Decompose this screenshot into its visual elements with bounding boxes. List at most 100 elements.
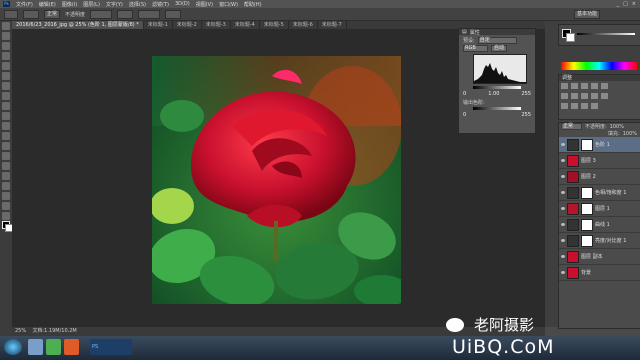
levels-adj-icon[interactable] [571, 83, 578, 89]
layer-mask-thumb[interactable] [581, 138, 593, 151]
vibrance-icon[interactable] [601, 83, 608, 89]
channel-select[interactable]: RGB [463, 45, 488, 52]
tab-document[interactable]: 2016/6/23_2016_jpg @ 25% (色阶 1, 图层蒙版/8) … [12, 21, 144, 29]
menu-layer[interactable]: 图层(L) [83, 1, 100, 8]
tab-untitled-4[interactable]: 未标题-4 [231, 21, 260, 29]
invert-icon[interactable] [561, 103, 568, 109]
lasso-tool-icon[interactable] [2, 42, 10, 50]
clone-stamp-tool-icon[interactable] [2, 102, 10, 110]
history-brush-tool-icon[interactable] [2, 112, 10, 120]
gradient-tool-icon[interactable] [2, 132, 10, 140]
layer-mask-thumb[interactable] [581, 202, 593, 215]
background-color[interactable] [566, 33, 575, 42]
visibility-eye-icon[interactable] [561, 207, 565, 210]
path-select-tool-icon[interactable] [2, 182, 10, 190]
close-button[interactable]: × [632, 1, 636, 7]
crop-tool-icon[interactable] [2, 62, 10, 70]
input-black-value[interactable]: 0 [463, 91, 466, 97]
shape-tool-icon[interactable] [2, 192, 10, 200]
airbrush-toggle[interactable] [165, 9, 182, 19]
tab-untitled-1[interactable]: 未标题-1 [144, 21, 173, 29]
pen-tool-icon[interactable] [2, 162, 10, 170]
app-icon-orange[interactable] [64, 339, 79, 355]
tab-untitled-3[interactable]: 未标题-3 [202, 21, 231, 29]
blur-tool-icon[interactable] [2, 142, 10, 150]
menu-type[interactable]: 文字(Y) [106, 1, 123, 8]
visibility-eye-icon[interactable] [561, 143, 565, 146]
move-tool-icon[interactable] [2, 22, 10, 30]
minimize-button[interactable]: _ [617, 1, 620, 7]
flow-field[interactable] [138, 9, 161, 19]
brightness-icon[interactable] [561, 83, 568, 89]
menu-view[interactable]: 视图(V) [196, 1, 213, 8]
maximize-button[interactable]: □ [623, 1, 628, 7]
pressure-toggle[interactable] [117, 9, 134, 19]
visibility-eye-icon[interactable] [561, 271, 565, 274]
menu-image[interactable]: 图像(I) [62, 1, 77, 8]
type-tool-icon[interactable] [2, 172, 10, 180]
layer-row[interactable]: 色相/饱和度 1 [559, 185, 640, 201]
gradient-map-icon[interactable] [591, 103, 598, 109]
output-black-value[interactable]: 0 [463, 112, 466, 118]
visibility-eye-icon[interactable] [561, 191, 565, 194]
threshold-icon[interactable] [581, 103, 588, 109]
layer-row[interactable]: 图层 副本 [559, 249, 640, 265]
input-levels-slider[interactable] [473, 86, 521, 89]
workspace-select[interactable]: 基本功能 [573, 9, 600, 19]
black-white-icon[interactable] [581, 93, 588, 99]
app-icon-green[interactable] [46, 339, 61, 355]
brush-tool-icon[interactable] [2, 92, 10, 100]
input-white-value[interactable]: 255 [521, 91, 531, 97]
layer-row[interactable]: 色阶 1 [559, 137, 640, 153]
preset-select[interactable]: 自定 [477, 37, 517, 44]
output-levels-slider[interactable] [473, 107, 521, 110]
blend-mode-select[interactable]: 正常 [561, 123, 582, 130]
layer-mask-thumb[interactable] [581, 234, 593, 247]
brush-size-picker[interactable] [23, 9, 39, 19]
visibility-eye-icon[interactable] [561, 159, 565, 162]
fill-value[interactable]: 100% [623, 131, 637, 137]
brush-tool-icon[interactable] [4, 9, 18, 19]
tab-untitled-5[interactable]: 未标题-5 [260, 21, 289, 29]
tab-untitled-7[interactable]: 未标题-7 [318, 21, 347, 29]
tab-untitled-2[interactable]: 未标题-2 [173, 21, 202, 29]
layer-opacity-value[interactable]: 100% [610, 124, 624, 130]
posterize-icon[interactable] [571, 103, 578, 109]
layer-row[interactable]: 图层 2 [559, 169, 640, 185]
input-gray-value[interactable]: 1.00 [488, 91, 499, 97]
menu-select[interactable]: 选择(S) [129, 1, 146, 8]
marquee-tool-icon[interactable] [2, 32, 10, 40]
layer-row[interactable]: 背景 [559, 265, 640, 281]
layer-mask-thumb[interactable] [581, 186, 593, 199]
menu-window[interactable]: 窗口(W) [219, 1, 238, 8]
rose-photo[interactable] [152, 56, 401, 304]
hue-saturation-icon[interactable] [561, 93, 568, 99]
menu-filter[interactable]: 滤镜(T) [152, 1, 169, 8]
channel-mixer-icon[interactable] [601, 93, 608, 99]
photo-filter-icon[interactable] [591, 93, 598, 99]
opacity-field[interactable] [90, 9, 113, 19]
color-balance-icon[interactable] [571, 93, 578, 99]
explorer-icon[interactable] [28, 339, 43, 355]
menu-file[interactable]: 文件(F) [16, 1, 33, 8]
menu-3d[interactable]: 3D(D) [175, 1, 190, 7]
hand-tool-icon[interactable] [2, 202, 10, 210]
auto-button[interactable]: 自动 [491, 45, 507, 52]
photoshop-taskbar-item[interactable]: PS [90, 339, 132, 355]
eraser-tool-icon[interactable] [2, 122, 10, 130]
visibility-eye-icon[interactable] [561, 223, 565, 226]
color-slider[interactable] [577, 33, 635, 35]
layer-row[interactable]: 曲线 1 [559, 217, 640, 233]
color-spectrum[interactable] [561, 62, 637, 70]
quick-select-tool-icon[interactable] [2, 52, 10, 60]
dodge-tool-icon[interactable] [2, 152, 10, 160]
exposure-icon[interactable] [591, 83, 598, 89]
mode-select[interactable]: 正常 [44, 9, 61, 19]
layer-row[interactable]: 图层 1 [559, 201, 640, 217]
curves-icon[interactable] [581, 83, 588, 89]
visibility-eye-icon[interactable] [561, 175, 565, 178]
tab-untitled-6[interactable]: 未标题-6 [289, 21, 318, 29]
output-white-value[interactable]: 255 [521, 112, 531, 118]
layer-row[interactable]: 亮度/对比度 1 [559, 233, 640, 249]
menu-edit[interactable]: 编辑(E) [39, 1, 56, 8]
